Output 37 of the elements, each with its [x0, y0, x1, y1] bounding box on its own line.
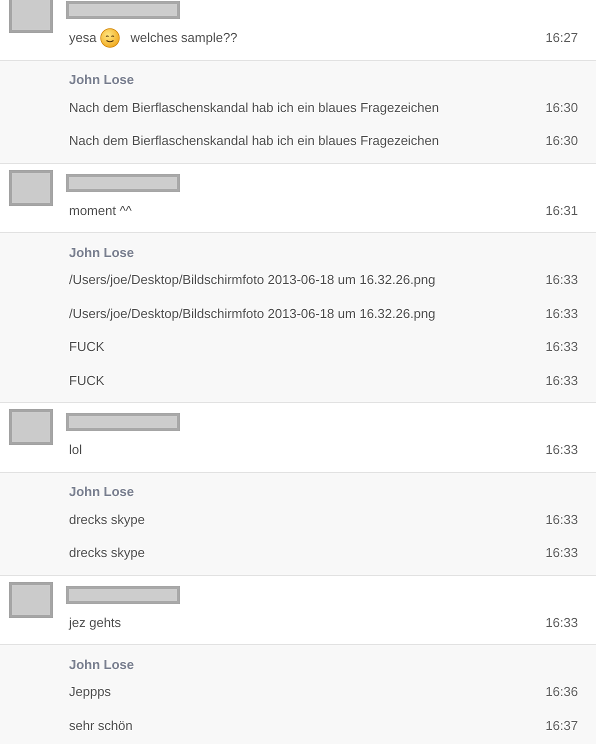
avatar-placeholder: [9, 170, 53, 206]
message-time: 16:33: [545, 339, 578, 354]
message-text: jez gehts: [69, 614, 122, 630]
message-text: /Users/joe/Desktop/Bildschirmfoto 2013-06-18 um 16.32.26.png: [69, 306, 436, 321]
message-text: FUCK: [69, 339, 104, 354]
message-text: moment ^^: [69, 202, 132, 218]
message-text: yesa: [69, 30, 96, 46]
message-time: 16:33: [545, 272, 578, 288]
message-time: 16:27: [545, 30, 578, 46]
message-time: 16:33: [545, 512, 578, 527]
message-text: drecks skype: [69, 512, 145, 527]
message-time: 16:33: [545, 545, 578, 560]
message-time: 16:33: [545, 442, 578, 458]
message-text: drecks skype: [69, 545, 145, 560]
message-text: /Users/joe/Desktop/Bildschirmfoto 2013-06-18 um 16.32.26.png: [69, 272, 436, 288]
message-text: lol: [69, 442, 82, 458]
sender-name: John Lose: [69, 244, 134, 260]
avatar-placeholder: [9, 409, 53, 445]
message-text: Nach dem Bierflaschenskandal hab ich ein blaues Fragezeichen: [69, 133, 439, 148]
message-text: Nach dem Bierflaschenskandal hab ich ein blaues Fragezeichen: [69, 100, 439, 115]
message-time: 16:33: [545, 614, 578, 630]
message-time: 16:33: [545, 306, 578, 321]
sender-name: John Lose: [69, 72, 134, 87]
message-text: sehr schön: [69, 718, 133, 733]
message-text: welches sample??: [130, 30, 238, 46]
message-time: 16:31: [545, 202, 578, 218]
message-time: 16:33: [545, 372, 578, 388]
message-text: FUCK: [69, 372, 104, 388]
sender-name: John Lose: [69, 656, 134, 672]
avatar-placeholder: [9, 0, 53, 33]
message-text: Jeppps: [69, 684, 111, 700]
message-time: 16:30: [545, 133, 578, 148]
message-time: 16:36: [545, 684, 578, 700]
avatar-placeholder: [9, 582, 53, 618]
message-time: 16:30: [545, 100, 578, 115]
message-time: 16:37: [545, 718, 578, 733]
sender-name: John Lose: [69, 484, 134, 499]
